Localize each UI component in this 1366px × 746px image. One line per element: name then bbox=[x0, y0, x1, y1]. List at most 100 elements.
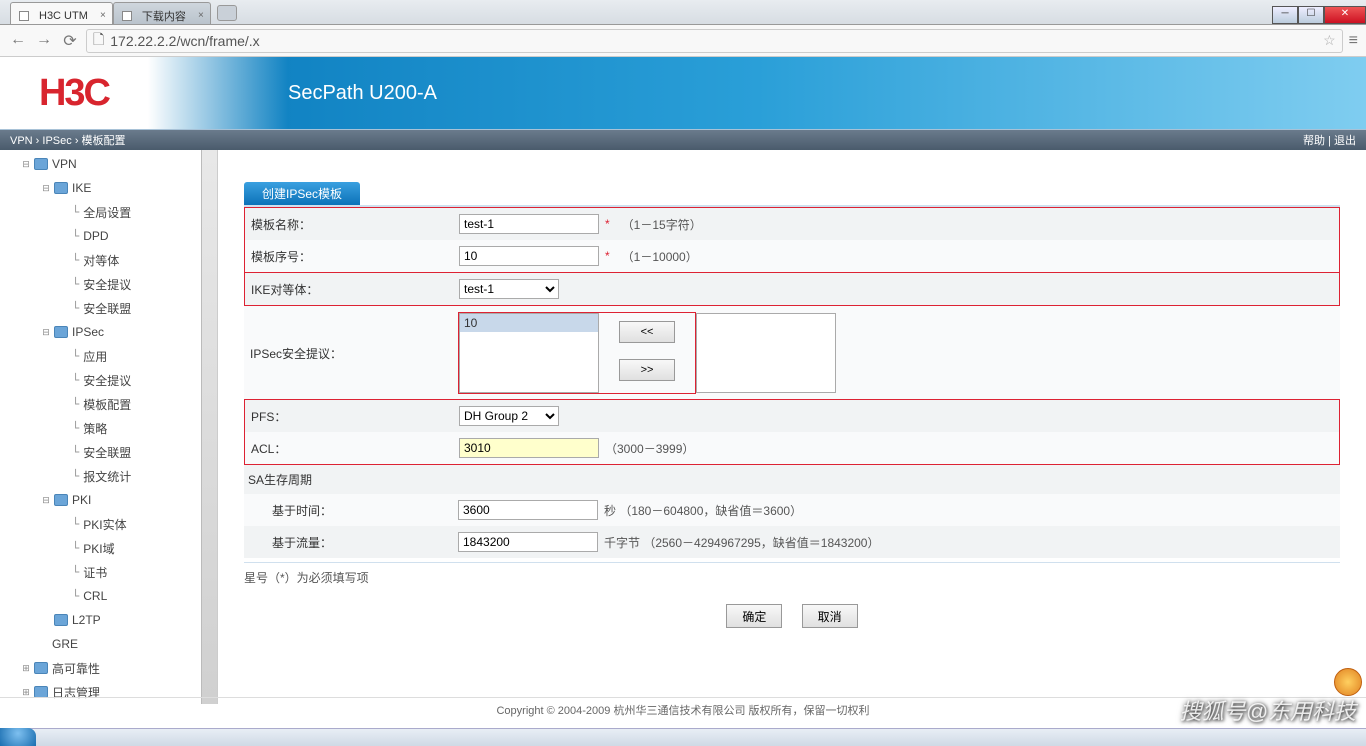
tree-toggle-icon[interactable]: ⊞ bbox=[20, 663, 32, 674]
footnote: 星号（*）为必须填写项 bbox=[244, 563, 1340, 592]
move-right-button[interactable]: >> bbox=[619, 359, 675, 381]
sidebar-item-CRL[interactable]: └CRL bbox=[0, 584, 217, 608]
tree-toggle-icon[interactable]: ⊞ bbox=[20, 687, 32, 698]
folder-icon bbox=[54, 182, 68, 194]
sidebar-item-DPD[interactable]: └DPD bbox=[0, 224, 217, 248]
sidebar-item-安全联盟[interactable]: └安全联盟 bbox=[0, 296, 217, 320]
tree-branch-icon: └ bbox=[72, 421, 79, 435]
start-button[interactable] bbox=[0, 728, 36, 746]
sidebar-item-L2TP[interactable]: L2TP bbox=[0, 608, 217, 632]
browser-navbar: ← → ⟳ 🗋 172.22.2.2/wcn/frame/.x ☆ ≡ bbox=[0, 25, 1366, 57]
crumb-vpn[interactable]: VPN bbox=[10, 135, 33, 147]
reload-icon[interactable]: ⟳ bbox=[60, 31, 80, 51]
sa-time-input[interactable] bbox=[458, 500, 598, 520]
label-pfs: PFS： bbox=[249, 408, 459, 425]
move-left-button[interactable]: << bbox=[619, 321, 675, 343]
sidebar-item-高可靠性[interactable]: ⊞高可靠性 bbox=[0, 656, 217, 680]
acl-input[interactable] bbox=[459, 438, 599, 458]
sidebar-item-PKI[interactable]: ⊟PKI bbox=[0, 488, 217, 512]
sidebar-item-安全提议[interactable]: └ 安全提议 bbox=[0, 272, 217, 296]
selected-proposal-list[interactable]: 10 bbox=[459, 313, 599, 393]
sidebar-item-GRE[interactable]: GRE bbox=[0, 632, 217, 656]
sidebar-item-PKI域[interactable]: └PKI域 bbox=[0, 536, 217, 560]
sidebar-item-安全联盟[interactable]: └安全联盟 bbox=[0, 440, 217, 464]
window-close-button[interactable]: ✕ bbox=[1324, 6, 1366, 24]
crumb-current: 模板配置 bbox=[82, 135, 126, 147]
row-ipsec-proposal: IPSec安全提议： 10 << >> bbox=[244, 306, 1340, 400]
sidebar-item-全局设置[interactable]: └全局设置 bbox=[0, 200, 217, 224]
sidebar-item-label: 模板配置 bbox=[83, 396, 131, 413]
sidebar-item-label: 对等体 bbox=[83, 252, 119, 269]
tree-toggle-icon[interactable]: ⊟ bbox=[40, 495, 52, 506]
folder-icon bbox=[54, 614, 68, 626]
sidebar-item-对等体[interactable]: └ 对等体 bbox=[0, 248, 217, 272]
sidebar-item-PKI实体[interactable]: └PKI实体 bbox=[0, 512, 217, 536]
sidebar-item-label: L2TP bbox=[72, 613, 101, 627]
bookmark-icon[interactable]: ☆ bbox=[1323, 32, 1336, 49]
pfs-select[interactable]: DH Group 2 bbox=[459, 406, 559, 426]
sidebar-item-模板配置[interactable]: └模板配置 bbox=[0, 392, 217, 416]
tree-toggle-icon[interactable]: ⊟ bbox=[40, 327, 52, 338]
sidebar-item-安全提议[interactable]: └ 安全提议 bbox=[0, 368, 217, 392]
sidebar-item-证书[interactable]: └证书 bbox=[0, 560, 217, 584]
favicon-icon bbox=[122, 11, 132, 21]
ok-button[interactable]: 确定 bbox=[726, 604, 782, 628]
browser-titlebar: H3C UTM × 下载内容 × ─ ☐ ✕ bbox=[0, 0, 1366, 25]
sidebar-item-label: 安全提议 bbox=[83, 372, 131, 389]
browser-tab-active[interactable]: H3C UTM × bbox=[10, 2, 113, 24]
ike-peer-select[interactable]: test-1 bbox=[459, 279, 559, 299]
browser-tab-inactive[interactable]: 下载内容 × bbox=[113, 2, 211, 24]
tab-title: H3C UTM bbox=[39, 10, 88, 22]
window-controls: ─ ☐ ✕ bbox=[1272, 6, 1366, 24]
crumb-ipsec[interactable]: IPSec bbox=[42, 135, 71, 147]
help-link[interactable]: 帮助 bbox=[1303, 135, 1325, 147]
tab-title: 下载内容 bbox=[142, 8, 186, 24]
label-template-name: 模板名称： bbox=[249, 216, 459, 233]
menu-icon[interactable]: ≡ bbox=[1349, 32, 1358, 50]
label-template-seq: 模板序号： bbox=[249, 248, 459, 265]
sidebar-item-label: 应用 bbox=[83, 348, 107, 365]
required-marker: * bbox=[605, 249, 610, 263]
tree-branch-icon: └ bbox=[72, 541, 79, 555]
form-tab[interactable]: 创建IPSec模板 bbox=[244, 182, 360, 205]
maximize-button[interactable]: ☐ bbox=[1298, 6, 1324, 24]
breadcrumb: VPN › IPSec › 模板配置 帮助 | 退出 bbox=[0, 130, 1366, 150]
sidebar-item-策略[interactable]: └ 策略 bbox=[0, 416, 217, 440]
hint-template-seq: （1－10000） bbox=[622, 248, 698, 265]
sidebar-item-IKE[interactable]: ⊟IKE bbox=[0, 176, 217, 200]
back-icon[interactable]: ← bbox=[8, 31, 28, 51]
sidebar-item-label: 证书 bbox=[83, 564, 107, 581]
sidebar-item-label: 策略 bbox=[83, 420, 107, 437]
logout-link[interactable]: 退出 bbox=[1334, 135, 1356, 147]
tree-toggle-icon[interactable]: ⊟ bbox=[40, 183, 52, 194]
tree-branch-icon: └ bbox=[72, 277, 79, 291]
watermark-text: 搜狐号@东用科技 bbox=[1180, 694, 1356, 726]
minimize-button[interactable]: ─ bbox=[1272, 6, 1298, 24]
watermark-orb-icon bbox=[1334, 668, 1362, 696]
page-icon: 🗋 bbox=[93, 29, 104, 53]
sa-traffic-input[interactable] bbox=[458, 532, 598, 552]
new-tab-button[interactable] bbox=[217, 5, 237, 21]
sidebar-item-报文统计[interactable]: └报文统计 bbox=[0, 464, 217, 488]
address-bar[interactable]: 🗋 172.22.2.2/wcn/frame/.x ☆ bbox=[86, 29, 1343, 53]
list-item[interactable]: 10 bbox=[460, 314, 598, 332]
sa-lifetime-header: SA生存周期 bbox=[244, 465, 1340, 494]
tree-toggle-icon[interactable]: ⊟ bbox=[20, 159, 32, 170]
tree-branch-icon: └ bbox=[72, 253, 79, 267]
sidebar-item-label: DPD bbox=[83, 229, 108, 243]
close-icon[interactable]: × bbox=[198, 10, 204, 21]
sidebar-item-VPN[interactable]: ⊟VPN bbox=[0, 152, 217, 176]
template-name-input[interactable] bbox=[459, 214, 599, 234]
template-seq-input[interactable] bbox=[459, 246, 599, 266]
tree-branch-icon: └ bbox=[72, 349, 79, 363]
sidebar-item-应用[interactable]: └ 应用 bbox=[0, 344, 217, 368]
available-proposal-list[interactable] bbox=[696, 313, 836, 393]
cancel-button[interactable]: 取消 bbox=[802, 604, 858, 628]
folder-icon bbox=[54, 494, 68, 506]
forward-icon[interactable]: → bbox=[34, 31, 54, 51]
group-ike: IKE对等体： test-1 bbox=[244, 272, 1340, 306]
sidebar-item-IPSec[interactable]: ⊟IPSec bbox=[0, 320, 217, 344]
tree-branch-icon: └ bbox=[72, 373, 79, 387]
sidebar-item-label: 安全提议 bbox=[83, 276, 131, 293]
close-icon[interactable]: × bbox=[100, 10, 106, 21]
